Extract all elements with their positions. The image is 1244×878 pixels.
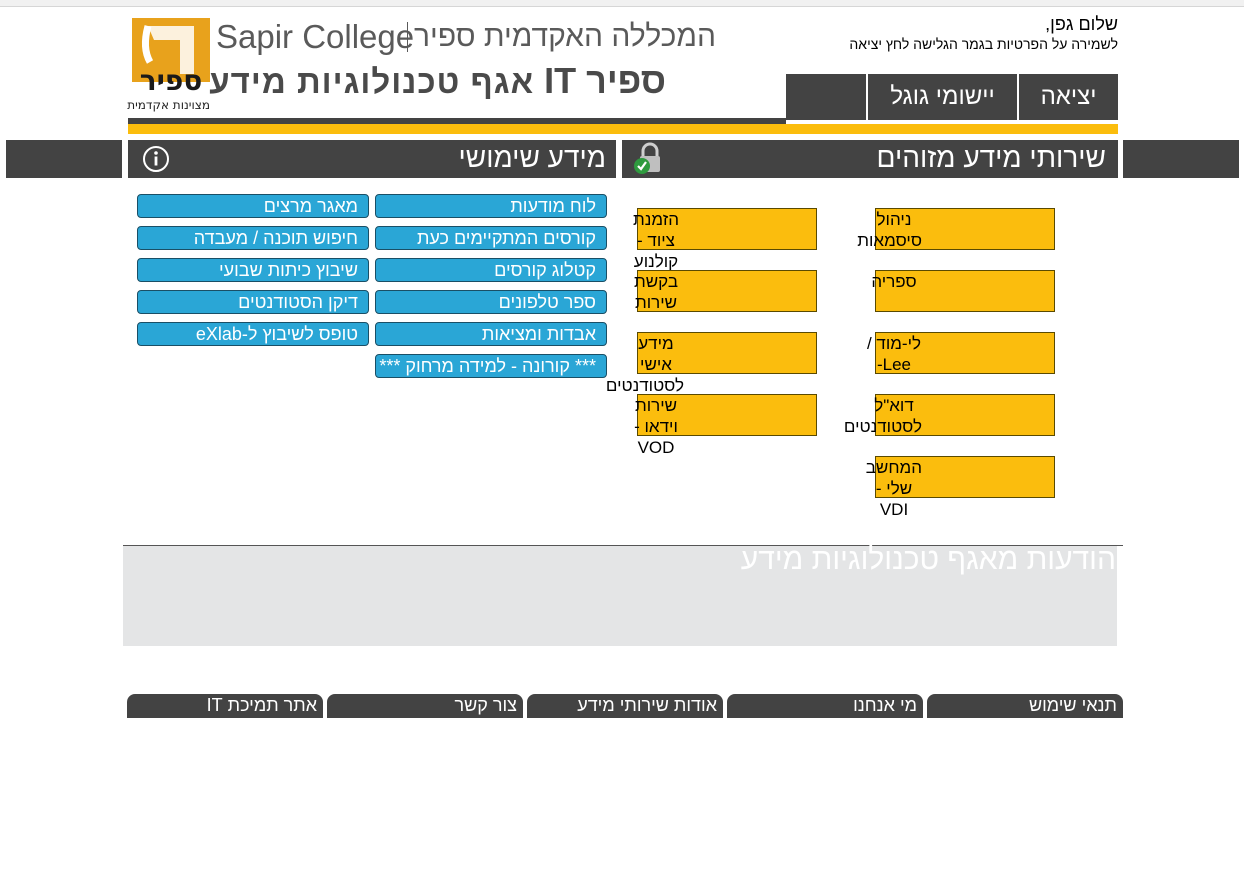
footer-about-info-services[interactable]: אודות שירותי מידע: [527, 694, 723, 718]
college-name-hebrew: המכללה האקדמית ספיר: [414, 20, 717, 53]
current-courses-link[interactable]: קורסים המתקיימים כעת: [375, 226, 607, 250]
lost-and-found-link[interactable]: אבדות ומציאות: [375, 322, 607, 346]
equipment-booking-label[interactable]: הזמנת ציוד - קולנוע: [628, 209, 684, 272]
footer-about-us[interactable]: מי אנחנו: [727, 694, 923, 718]
video-vod-label[interactable]: שירות וידאו - VOD: [628, 395, 684, 458]
right-side-bar: [1123, 140, 1239, 178]
google-apps-button[interactable]: יישומי גוגל: [868, 74, 1017, 120]
lecturers-db-link[interactable]: מאגר מרצים: [137, 194, 369, 218]
footer-it-support-site[interactable]: אתר תמיכת IT: [127, 694, 323, 718]
footer-terms-of-use[interactable]: תנאי שימוש: [927, 694, 1123, 718]
info-icon[interactable]: [142, 145, 170, 177]
footer-contact[interactable]: צור קשר: [327, 694, 523, 718]
sapir-logo[interactable]: ספיר מצוינות אקדמית: [127, 18, 210, 114]
blank-top-button[interactable]: [786, 74, 866, 120]
course-catalog-link[interactable]: קטלוג קורסים: [375, 258, 607, 282]
phone-book-link[interactable]: ספר טלפונים: [375, 290, 607, 314]
it-department-title: ספיר IT אגף טכנולוגיות מידע: [209, 60, 666, 102]
header-yellow-stripe: [128, 124, 1118, 134]
college-name-divider: [407, 22, 408, 52]
lemoodle-label[interactable]: לי-מוד / Lee-: [866, 333, 922, 375]
user-greeting: שלום גפן,: [1045, 14, 1118, 34]
useful-info-title: מידע שימושי: [458, 142, 606, 173]
password-management-label[interactable]: ניהול סיסמאות: [857, 209, 922, 251]
it-title-sub: אגף טכנולוגיות מידע: [209, 63, 535, 100]
useful-info-bar: מידע שימושי: [128, 140, 616, 178]
privacy-note: לשמירה על הפרטיות בגמר הגלישה לחץ יציאה: [849, 36, 1118, 52]
notice-board-link[interactable]: לוח מודעות: [375, 194, 607, 218]
service-request-label[interactable]: בקשת שירות: [628, 271, 684, 313]
student-email-label[interactable]: דוא"ל לסטודנטים: [844, 395, 922, 437]
software-lab-search-link[interactable]: חיפוש תוכנה / מעבדה: [137, 226, 369, 250]
student-personal-info-label[interactable]: מידע אישי לסטודנטים: [606, 333, 684, 396]
left-side-bar: [6, 140, 122, 178]
library-label[interactable]: ספריה: [866, 271, 922, 292]
logo-name: ספיר: [139, 64, 203, 97]
announcements-title: הודעות מאגף טכנולוגיות מידע: [740, 543, 1116, 576]
exit-button[interactable]: יציאה: [1019, 74, 1118, 120]
college-name-english: Sapir College: [216, 18, 415, 55]
weekly-classroom-link[interactable]: שיבוץ כיתות שבועי: [137, 258, 369, 282]
it-title-main: ספיר IT: [544, 60, 666, 101]
dean-of-students-link[interactable]: דיקן הסטודנטים: [137, 290, 369, 314]
exlab-form-link[interactable]: טופס לשיבוץ ל-eXlab: [137, 322, 369, 346]
my-computer-vdi-label[interactable]: המחשב שלי - VDI: [866, 457, 922, 520]
browser-top-edge: [0, 0, 1244, 7]
logo-tagline: מצוינות אקדמית: [127, 98, 210, 112]
identified-services-bar: שירותי מידע מזוהים: [622, 140, 1118, 178]
identified-services-title: שירותי מידע מזוהים: [876, 142, 1106, 173]
corona-remote-learning-link[interactable]: *** קורונה - למידה מרחוק ***: [375, 354, 607, 378]
lock-check-icon: [632, 142, 666, 180]
